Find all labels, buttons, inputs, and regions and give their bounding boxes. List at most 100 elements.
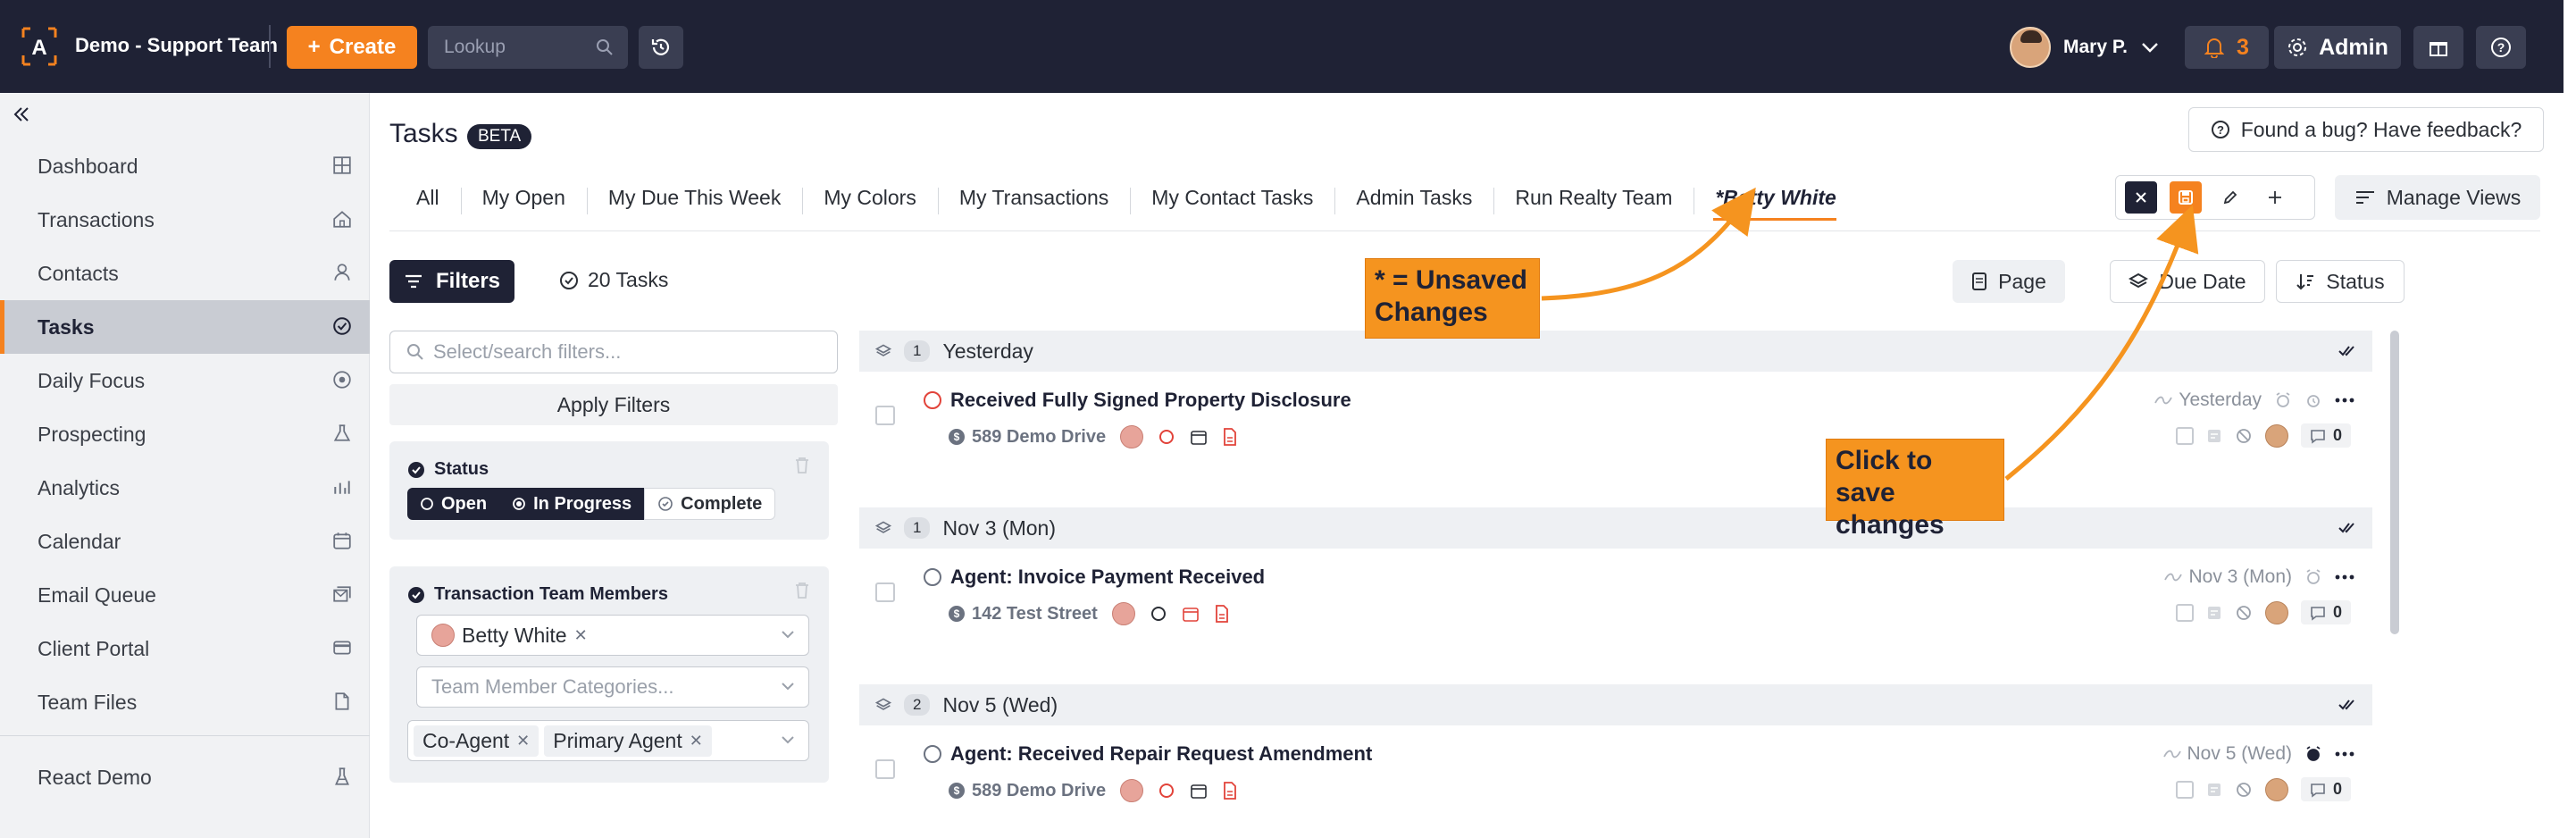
- note-icon[interactable]: [2206, 782, 2222, 798]
- sidebar-item-email-queue[interactable]: Email Queue: [0, 568, 370, 622]
- save-view-button[interactable]: [2170, 181, 2202, 214]
- tab-run-realty-team[interactable]: Run Realty Team: [1493, 186, 1694, 214]
- history-button[interactable]: [639, 26, 683, 69]
- status-option-in-progress[interactable]: In Progress: [499, 488, 645, 520]
- team-member-categories-select[interactable]: Team Member Categories...: [416, 666, 809, 708]
- status-circle-icon[interactable]: [1158, 428, 1175, 446]
- sidebar-item-react-demo[interactable]: React Demo: [0, 750, 370, 804]
- sort-by-status-button[interactable]: Status: [2276, 260, 2405, 303]
- table-row[interactable]: Agent: Invoice Payment Received $142 Test…: [859, 556, 2372, 638]
- table-row[interactable]: Agent: Received Repair Request Amendment…: [859, 733, 2372, 815]
- task-title[interactable]: Received Fully Signed Property Disclosur…: [950, 389, 1351, 412]
- more-icon[interactable]: [2335, 397, 2354, 404]
- task-transaction-link[interactable]: $589 Demo Drive: [949, 781, 1106, 801]
- task-title[interactable]: Agent: Received Repair Request Amendment: [950, 742, 1372, 766]
- status-circle-icon[interactable]: [1158, 782, 1175, 800]
- status-option-complete[interactable]: Complete: [644, 488, 776, 520]
- task-group-header[interactable]: 1 Nov 3 (Mon): [859, 507, 2372, 549]
- add-view-button[interactable]: [2259, 181, 2291, 214]
- sidebar-item-team-files[interactable]: Team Files: [0, 675, 370, 729]
- task-transaction-link[interactable]: $589 Demo Drive: [949, 427, 1106, 448]
- comments-button[interactable]: 0: [2300, 777, 2351, 801]
- check-all-icon[interactable]: [2337, 341, 2356, 361]
- admin-button[interactable]: Admin: [2274, 26, 2401, 69]
- subtask-checkbox[interactable]: [2175, 426, 2194, 445]
- check-all-icon[interactable]: [2337, 518, 2356, 538]
- edit-view-button[interactable]: [2214, 181, 2246, 214]
- trash-icon[interactable]: [793, 581, 811, 600]
- filter-search-input[interactable]: Select/search filters...: [389, 331, 838, 373]
- sidebar-item-daily-focus[interactable]: Daily Focus: [0, 354, 370, 407]
- avatar[interactable]: [2264, 600, 2288, 624]
- ban-icon[interactable]: [2235, 427, 2253, 445]
- team-name[interactable]: Demo - Support Team: [75, 34, 278, 57]
- tab-my-colors[interactable]: My Colors: [802, 186, 938, 214]
- tab-my-transactions[interactable]: My Transactions: [937, 186, 1130, 214]
- alarm-outline-icon[interactable]: [2304, 391, 2322, 409]
- sidebar-item-analytics[interactable]: Analytics: [0, 461, 370, 515]
- alarm-icon[interactable]: [2304, 568, 2322, 586]
- pdf-icon[interactable]: [1214, 604, 1230, 624]
- task-status-icon[interactable]: [924, 391, 941, 409]
- lookup-input[interactable]: Lookup: [428, 26, 628, 69]
- due-date[interactable]: Nov 3 (Mon): [2163, 566, 2292, 588]
- sidebar-item-contacts[interactable]: Contacts: [0, 247, 370, 300]
- app-logo-icon[interactable]: A: [20, 25, 59, 68]
- task-checkbox[interactable]: [875, 759, 895, 779]
- task-transaction-link[interactable]: $142 Test Street: [949, 604, 1098, 624]
- team-member-select[interactable]: Betty White ✕: [416, 615, 809, 656]
- note-icon[interactable]: [2206, 605, 2222, 621]
- task-status-icon[interactable]: [924, 568, 941, 586]
- tab-my-contact-tasks[interactable]: My Contact Tasks: [1130, 186, 1334, 214]
- task-checkbox[interactable]: [875, 406, 895, 425]
- notifications-button[interactable]: 3: [2185, 26, 2269, 69]
- tab-my-due-this-week[interactable]: My Due This Week: [586, 186, 802, 214]
- trash-icon[interactable]: [793, 456, 811, 475]
- ban-icon[interactable]: [2235, 604, 2253, 622]
- status-option-open[interactable]: Open: [407, 488, 500, 520]
- sidebar-item-transactions[interactable]: Transactions: [0, 193, 370, 247]
- sidebar-item-client-portal[interactable]: Client Portal: [0, 622, 370, 675]
- alarm-icon[interactable]: [2304, 745, 2322, 763]
- due-date[interactable]: Nov 5 (Wed): [2162, 743, 2292, 765]
- calendar-icon[interactable]: [1182, 605, 1200, 623]
- remove-chip-icon[interactable]: ✕: [690, 732, 703, 750]
- status-circle-icon[interactable]: [1150, 605, 1167, 623]
- tab-admin-tasks[interactable]: Admin Tasks: [1334, 186, 1493, 214]
- task-group-header[interactable]: 1 Yesterday: [859, 331, 2372, 372]
- user-menu[interactable]: Mary P.: [2010, 27, 2160, 68]
- ban-icon[interactable]: [2235, 781, 2253, 799]
- sidebar-item-calendar[interactable]: Calendar: [0, 515, 370, 568]
- check-all-icon[interactable]: [2337, 695, 2356, 715]
- sidebar-item-prospecting[interactable]: Prospecting: [0, 407, 370, 461]
- subtask-checkbox[interactable]: [2175, 780, 2194, 799]
- tab-all[interactable]: All: [389, 186, 461, 210]
- calendar-icon[interactable]: [1190, 428, 1208, 446]
- pdf-icon[interactable]: [1222, 427, 1238, 447]
- sidebar-item-tasks[interactable]: Tasks: [0, 300, 370, 354]
- comments-button[interactable]: 0: [2300, 600, 2351, 624]
- task-title[interactable]: Agent: Invoice Payment Received: [950, 566, 1265, 589]
- task-status-icon[interactable]: [924, 745, 941, 763]
- task-checkbox[interactable]: [875, 582, 895, 602]
- avatar[interactable]: [2264, 777, 2288, 801]
- group-by-due-date-button[interactable]: Due Date: [2110, 260, 2265, 303]
- due-date[interactable]: Yesterday: [2154, 390, 2262, 411]
- manage-views-button[interactable]: Manage Views: [2335, 175, 2540, 220]
- create-button[interactable]: + Create: [287, 26, 417, 69]
- more-icon[interactable]: [2335, 574, 2354, 581]
- comments-button[interactable]: 0: [2300, 423, 2351, 448]
- filters-button[interactable]: Filters: [389, 260, 514, 303]
- more-icon[interactable]: [2335, 750, 2354, 758]
- gift-button[interactable]: [2413, 26, 2463, 69]
- apply-filters-button[interactable]: Apply Filters: [389, 384, 838, 425]
- discard-view-button[interactable]: [2125, 181, 2157, 214]
- alarm-icon[interactable]: [2274, 391, 2292, 409]
- calendar-icon[interactable]: [1190, 782, 1208, 800]
- pdf-icon[interactable]: [1222, 781, 1238, 800]
- subtask-checkbox[interactable]: [2175, 603, 2194, 622]
- note-icon[interactable]: [2206, 428, 2222, 444]
- page-button[interactable]: Page: [1953, 260, 2065, 303]
- table-row[interactable]: Received Fully Signed Property Disclosur…: [859, 379, 2372, 461]
- task-group-header[interactable]: 2 Nov 5 (Wed): [859, 684, 2372, 725]
